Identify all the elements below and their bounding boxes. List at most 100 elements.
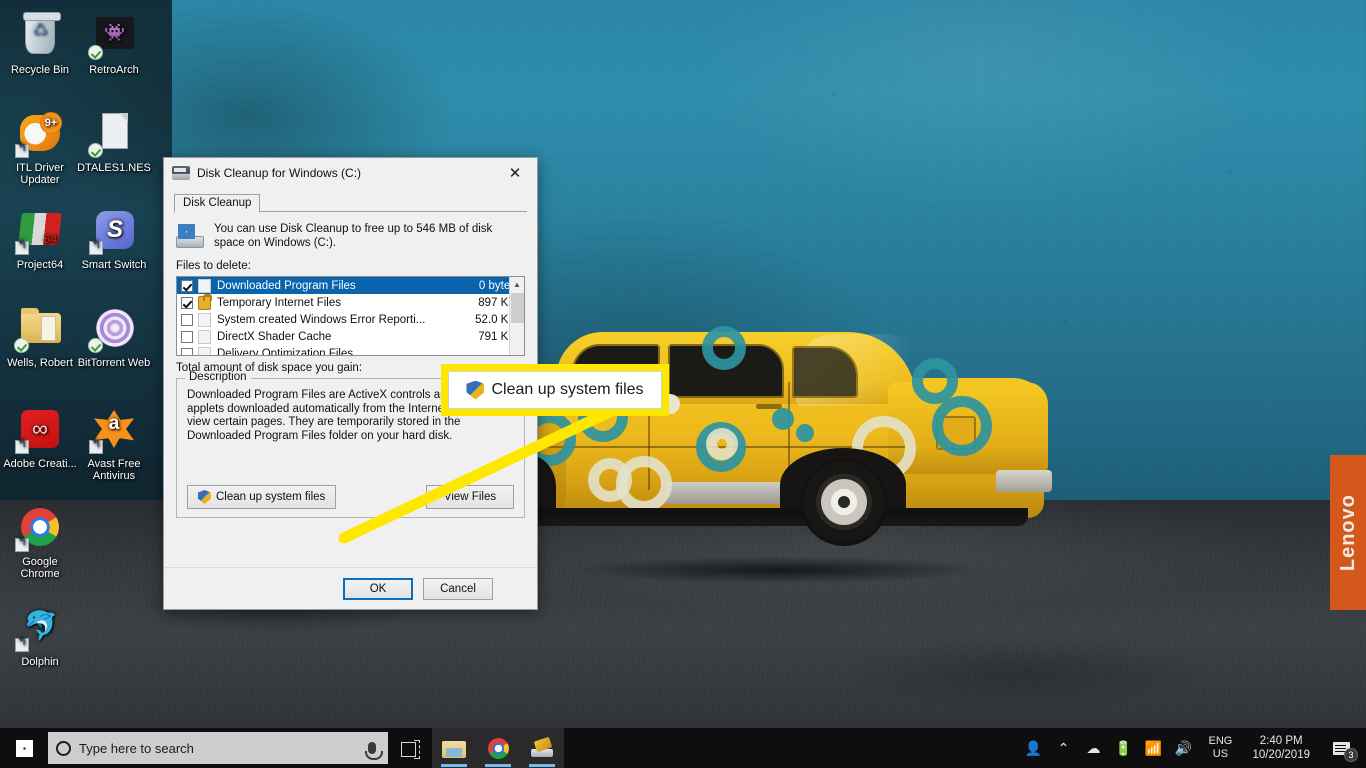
desktop-icon-label: Project64 bbox=[16, 259, 64, 271]
desktop-icon-recycle-bin[interactable]: Recycle Bin bbox=[3, 12, 77, 76]
notification-count-badge: 3 bbox=[1344, 748, 1358, 762]
shortcut-arrow-icon bbox=[89, 238, 103, 255]
description-legend: Description bbox=[185, 371, 251, 383]
show-hidden-icons-chevron[interactable]: ⌃ bbox=[1048, 728, 1078, 768]
dialog-title-bar[interactable]: Disk Cleanup for Windows (C:) ✕ bbox=[164, 158, 537, 188]
shortcut-arrow-icon bbox=[15, 535, 29, 552]
ok-button[interactable]: OK bbox=[343, 577, 413, 600]
file-icon bbox=[198, 346, 211, 355]
file-name: Delivery Optimization Files bbox=[217, 347, 354, 356]
volume-icon[interactable]: 🔊 bbox=[1168, 728, 1198, 768]
lenovo-brand-tag: Lenovo bbox=[1330, 455, 1366, 610]
close-icon[interactable]: ✕ bbox=[493, 158, 537, 188]
bittorrent-web-icon bbox=[88, 307, 138, 353]
tab-disk-cleanup[interactable]: Disk Cleanup bbox=[174, 194, 261, 213]
search-placeholder: Type here to search bbox=[79, 740, 194, 756]
search-input[interactable]: Type here to search bbox=[48, 732, 388, 764]
files-to-delete-list[interactable]: Downloaded Program Files 0 bytes Tempora… bbox=[176, 276, 525, 356]
file-checkbox[interactable] bbox=[181, 330, 193, 343]
tab-strip: Disk Cleanup bbox=[174, 192, 527, 213]
files-to-delete-label: Files to delete: bbox=[176, 260, 251, 272]
wifi-icon[interactable]: 📶 bbox=[1138, 728, 1168, 768]
file-name: System created Windows Error Reporti... bbox=[217, 313, 426, 326]
shortcut-arrow-icon bbox=[15, 238, 29, 255]
sync-check-icon bbox=[14, 338, 29, 353]
lenovo-label: Lenovo bbox=[1336, 493, 1359, 572]
action-center-icon[interactable]: 3 bbox=[1320, 728, 1362, 768]
desktop-icon-retroarch[interactable]: 👾 RetroArch bbox=[77, 14, 151, 76]
dialog-header-row: You can use Disk Cleanup to free up to 5… bbox=[176, 222, 525, 250]
sync-check-icon bbox=[88, 143, 103, 158]
desktop-icon-label: ITL Driver Updater bbox=[16, 162, 64, 186]
sync-check-icon bbox=[88, 338, 103, 353]
windows-start-icon[interactable] bbox=[0, 728, 48, 768]
taskbar-file-explorer-icon[interactable] bbox=[432, 728, 476, 768]
desktop[interactable]: Lenovo Recycle Bin 👾 RetroArch 9+ ITL Dr… bbox=[0, 0, 1366, 768]
desktop-icon-wells-robert[interactable]: Wells, Robert bbox=[3, 307, 77, 369]
file-list-scrollbar[interactable]: ▲ bbox=[509, 277, 524, 355]
desktop-icon-label: Recycle Bin bbox=[10, 64, 70, 76]
table-row[interactable]: Delivery Optimization Files bbox=[177, 345, 524, 356]
program-files-icon bbox=[198, 278, 211, 293]
desktop-icon-adobe-creative-cloud[interactable]: ∞ Adobe Creati... bbox=[3, 408, 77, 470]
adobe-creative-cloud-icon: ∞ bbox=[15, 408, 64, 454]
scrollbar-thumb[interactable] bbox=[511, 293, 524, 323]
callout-label: Clean up system files bbox=[491, 381, 644, 398]
taskbar[interactable]: Type here to search 👤 ⌃ ☁ 🔋 📶 🔊 ENG US 2… bbox=[0, 728, 1366, 768]
clock[interactable]: 2:40 PM 10/20/2019 bbox=[1242, 728, 1320, 768]
clean-up-system-files-label: Clean up system files bbox=[216, 491, 326, 503]
itl-driver-updater-icon: 9+ bbox=[15, 112, 64, 158]
desktop-icon-google-chrome[interactable]: Google Chrome bbox=[3, 506, 77, 580]
onedrive-cloud-icon[interactable]: ☁ bbox=[1078, 728, 1108, 768]
file-checkbox[interactable] bbox=[181, 313, 193, 326]
task-view-icon[interactable] bbox=[388, 728, 432, 768]
table-row[interactable]: Downloaded Program Files 0 bytes bbox=[177, 277, 524, 294]
dialog-title: Disk Cleanup for Windows (C:) bbox=[197, 166, 362, 180]
table-row[interactable]: DirectX Shader Cache 791 KB bbox=[177, 328, 524, 345]
shortcut-arrow-icon bbox=[15, 437, 29, 454]
desktop-icon-label: Avast Free Antivirus bbox=[87, 458, 141, 482]
table-row[interactable]: Temporary Internet Files 897 KB bbox=[177, 293, 524, 311]
desktop-icon-avast-free-antivirus[interactable]: Avast Free Antivirus bbox=[77, 408, 151, 482]
microphone-icon[interactable] bbox=[365, 742, 383, 760]
desktop-icon-label: RetroArch bbox=[89, 64, 139, 76]
taskbar-google-chrome-icon[interactable] bbox=[476, 728, 520, 768]
recycle-bin-icon bbox=[16, 12, 64, 60]
desktop-icon-dtales1-nes[interactable]: DTALES1.NES bbox=[77, 112, 151, 174]
language-indicator[interactable]: ENG US bbox=[1198, 728, 1242, 768]
chevron-up-icon[interactable]: ▲ bbox=[510, 277, 524, 292]
file-checkbox[interactable] bbox=[181, 347, 193, 355]
disk-cleanup-icon bbox=[172, 166, 190, 180]
desktop-icon-itl-driver-updater[interactable]: 9+ ITL Driver Updater bbox=[3, 112, 77, 186]
dialog-footer: OK Cancel bbox=[164, 567, 537, 609]
file-name: Downloaded Program Files bbox=[217, 279, 356, 292]
file-checkbox[interactable] bbox=[181, 296, 193, 309]
taskbar-disk-cleanup-icon[interactable] bbox=[520, 728, 564, 768]
clock-time: 2:40 PM bbox=[1259, 735, 1303, 747]
shortcut-arrow-icon bbox=[15, 141, 29, 158]
smart-switch-icon: S bbox=[89, 209, 138, 255]
desktop-icon-label: Dolphin bbox=[21, 656, 59, 668]
desktop-icon-project64[interactable]: Project64 bbox=[3, 209, 77, 271]
desktop-icon-label: Adobe Creati... bbox=[3, 458, 77, 470]
desktop-icon-bittorrent-web[interactable]: BitTorrent Web bbox=[77, 307, 151, 369]
project64-icon bbox=[15, 209, 64, 255]
view-files-button[interactable]: View Files bbox=[426, 485, 514, 509]
desktop-icon-smart-switch[interactable]: S Smart Switch bbox=[77, 209, 151, 271]
nes-file-icon bbox=[88, 112, 138, 158]
desktop-icon-label: Google Chrome bbox=[20, 556, 60, 580]
battery-icon[interactable]: 🔋 bbox=[1108, 728, 1138, 768]
cancel-button[interactable]: Cancel bbox=[423, 577, 493, 600]
dialog-body: Disk Cleanup You can use Disk Cleanup to… bbox=[164, 192, 537, 518]
folder-icon bbox=[14, 307, 64, 353]
clean-up-system-files-button[interactable]: Clean up system files bbox=[187, 485, 337, 509]
system-tray[interactable]: 👤 ⌃ ☁ 🔋 📶 🔊 ENG US 2:40 PM 10/20/2019 3 bbox=[1018, 728, 1366, 768]
desktop-icon-dolphin[interactable]: 🐬 Dolphin bbox=[3, 606, 77, 668]
language-line2: US bbox=[1212, 748, 1229, 760]
people-icon[interactable]: 👤 bbox=[1018, 728, 1048, 768]
file-checkbox[interactable] bbox=[181, 279, 193, 292]
callout-clean-up-system-files-button[interactable]: Clean up system files bbox=[448, 371, 662, 409]
table-row[interactable]: System created Windows Error Reporti... … bbox=[177, 311, 524, 328]
desktop-icon-label: Wells, Robert bbox=[7, 357, 73, 369]
chrome-icon bbox=[15, 506, 64, 552]
